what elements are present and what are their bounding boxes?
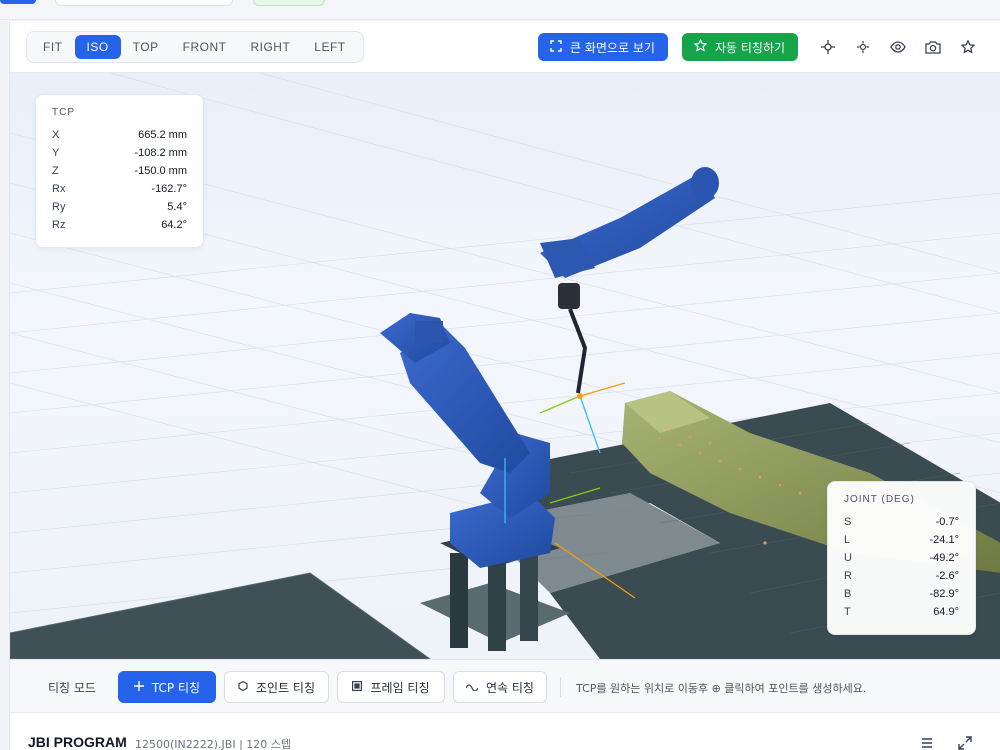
- joint-row-r: R -2.6°: [844, 570, 959, 582]
- view-left-button[interactable]: LEFT: [302, 35, 357, 59]
- program-subtitle: 12500(IN2222).JBI | 120 스텝: [135, 738, 292, 750]
- tool-flange: [558, 283, 580, 309]
- tcp-row-rx: Rx -162.7°: [52, 183, 187, 195]
- joint-row-u: U -49.2°: [844, 552, 959, 564]
- mode-divider: [560, 677, 561, 697]
- expand-icon: [550, 39, 562, 55]
- view-preset-group: FIT ISO TOP FRONT RIGHT LEFT: [26, 31, 364, 63]
- fullscreen-button[interactable]: 큰 화면으로 보기: [538, 33, 668, 61]
- joint-row-t: T 64.9°: [844, 606, 959, 618]
- tcp-row-ry: Ry 5.4°: [52, 201, 187, 213]
- tcp-row-rz: Rz 64.2°: [52, 219, 187, 231]
- tcp-teach-button[interactable]: TCP 티칭: [118, 671, 216, 703]
- 3d-viewport[interactable]: TCP X 665.2 mm Y -108.2 mm Z -150.0 mm Rx -1…: [10, 73, 1000, 659]
- star-outline-icon: [693, 38, 708, 55]
- tcp-axes: [539, 382, 626, 454]
- expand-panel-icon[interactable]: [958, 735, 974, 750]
- fullscreen-label: 큰 화면으로 보기: [570, 40, 655, 55]
- list-icon[interactable]: [920, 735, 936, 750]
- teaching-hint: TCP를 원하는 위치로 이동후 ⊕ 클릭하여 포인트를 생성하세요.: [576, 682, 867, 695]
- robot-view-panel: FIT ISO TOP FRONT RIGHT LEFT 큰 화면으로 보기 자…: [9, 21, 1000, 750]
- top-strip-badge[interactable]: [253, 0, 325, 6]
- joint-readout: JOINT (DEG) S -0.7° L -24.1° U -49.2° R -2.6…: [827, 481, 976, 635]
- teaching-mode-label: 티칭 모드: [48, 681, 96, 695]
- view-iso-button[interactable]: ISO: [74, 35, 121, 59]
- view-top-button[interactable]: TOP: [121, 35, 171, 59]
- auto-teach-label: 자동 티칭하기: [715, 40, 786, 55]
- view-front-button[interactable]: FRONT: [171, 35, 239, 59]
- tcp-title: TCP: [52, 107, 75, 118]
- tcp-row-x: X 665.2 mm: [52, 129, 187, 141]
- joint-row-s: S -0.7°: [844, 516, 959, 528]
- hexagon-icon: [238, 680, 248, 694]
- auto-teach-button[interactable]: 자동 티칭하기: [682, 33, 798, 61]
- tcp-row-z: Z -150.0 mm: [52, 165, 187, 177]
- view-fit-button[interactable]: FIT: [31, 35, 75, 59]
- robot-left: [380, 313, 555, 568]
- viewer-toolbar: FIT ISO TOP FRONT RIGHT LEFT 큰 화면으로 보기 자…: [10, 21, 1000, 73]
- plus-icon: [133, 680, 144, 694]
- wave-icon: [465, 680, 479, 694]
- teaching-mode-bar: 티칭 모드 TCP 티칭 조인트 티칭 프레임 티칭 연속 티칭 TCP를 원하…: [10, 659, 1000, 713]
- robot-right: [540, 167, 719, 278]
- target-icon[interactable]: [853, 37, 873, 57]
- left-table: [10, 573, 430, 659]
- joint-row-b: B -82.9°: [844, 588, 959, 600]
- program-header: JBI PROGRAM 12500(IN2222).JBI | 120 스텝: [10, 713, 1000, 750]
- top-strip-button[interactable]: [0, 0, 36, 4]
- joint-teach-button[interactable]: 조인트 티칭: [224, 671, 329, 703]
- program-title: JBI PROGRAM: [28, 734, 127, 750]
- frame-icon: [352, 680, 363, 694]
- crosshair-icon[interactable]: [818, 37, 838, 57]
- view-right-button[interactable]: RIGHT: [238, 35, 302, 59]
- camera-icon[interactable]: [923, 37, 943, 57]
- top-strip: [0, 0, 1000, 20]
- continuous-teach-button[interactable]: 연속 티칭: [453, 671, 547, 703]
- eye-icon[interactable]: [888, 37, 908, 57]
- joint-row-l: L -24.1°: [844, 534, 959, 546]
- star-icon[interactable]: [958, 37, 978, 57]
- top-strip-input[interactable]: [55, 0, 233, 6]
- tcp-row-y: Y -108.2 mm: [52, 147, 187, 159]
- joint-title: JOINT (DEG): [844, 494, 915, 505]
- frame-teach-button[interactable]: 프레임 티칭: [337, 671, 445, 703]
- tcp-readout: TCP X 665.2 mm Y -108.2 mm Z -150.0 mm Rx -1…: [35, 94, 204, 248]
